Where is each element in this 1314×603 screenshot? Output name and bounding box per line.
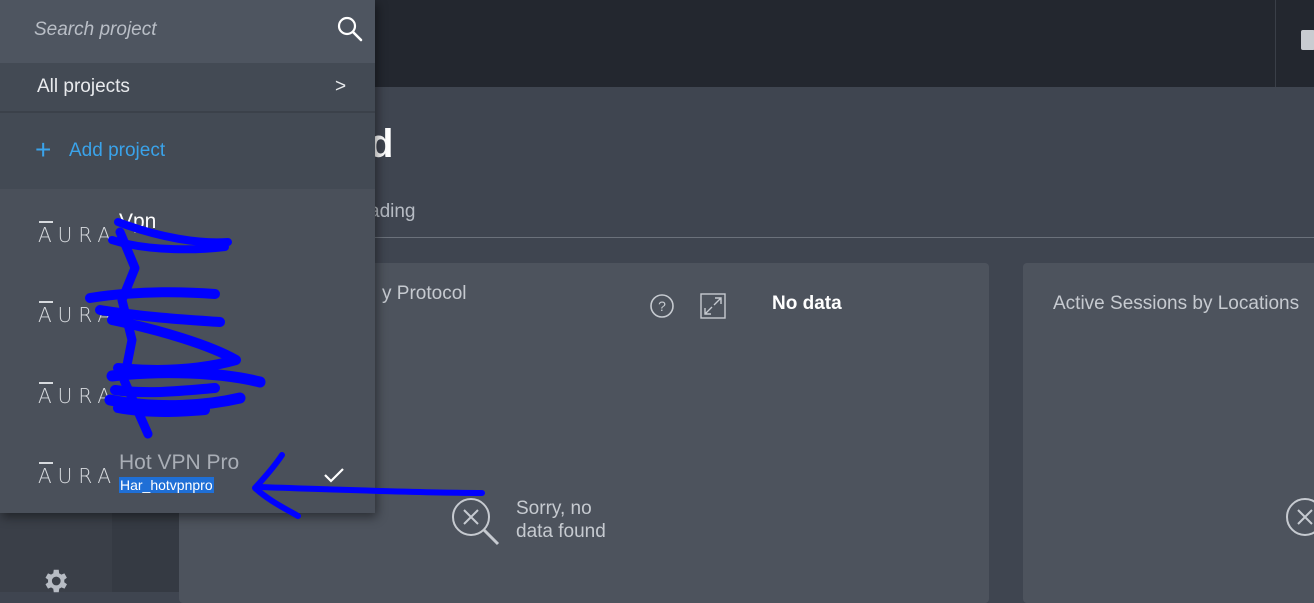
search-input[interactable] bbox=[32, 14, 326, 46]
sessions-by-locations-card: Active Sessions by Locations bbox=[1023, 263, 1314, 603]
aura-logo: AURA bbox=[38, 384, 118, 408]
search-icon[interactable] bbox=[336, 15, 364, 43]
topbar-divider bbox=[1275, 0, 1276, 87]
aura-logo: AURA bbox=[38, 223, 118, 247]
topbar-button[interactable] bbox=[1301, 30, 1314, 50]
add-project-button[interactable]: + Add project bbox=[0, 113, 375, 189]
no-results-search-icon bbox=[1286, 498, 1314, 536]
tab-label[interactable]: ading bbox=[369, 201, 416, 223]
check-icon bbox=[324, 468, 344, 483]
project-name: Hot VPN Pro bbox=[119, 451, 240, 474]
aura-logo: AURA bbox=[38, 464, 118, 488]
empty-line-1: Sorry, no bbox=[516, 498, 592, 519]
no-results-search-icon bbox=[452, 498, 500, 546]
all-projects-label: All projects bbox=[37, 76, 130, 97]
project-item[interactable]: AURA Vpn bbox=[0, 189, 375, 269]
project-name: Vpn bbox=[119, 210, 157, 233]
project-item[interactable]: AURA bbox=[0, 269, 375, 349]
chevron-right-icon: > bbox=[335, 76, 347, 97]
card-title: y Protocol bbox=[382, 283, 467, 304]
project-dropdown: All projects > + Add project AURA Vpn AU… bbox=[0, 0, 375, 513]
search-row bbox=[0, 0, 375, 63]
svg-text:?: ? bbox=[658, 298, 666, 314]
plus-icon: + bbox=[35, 134, 52, 165]
project-item-selected[interactable]: AURA Hot VPN Pro Har_hotvpnpro bbox=[0, 430, 375, 510]
add-project-label: Add project bbox=[69, 140, 166, 161]
no-data-label: No data bbox=[772, 293, 842, 314]
project-id: Har_hotvpnpro bbox=[119, 477, 214, 493]
all-projects-item[interactable]: All projects > bbox=[0, 63, 375, 111]
card-title: Active Sessions by Locations bbox=[1053, 293, 1300, 314]
empty-state-text: Sorry, no data found bbox=[516, 497, 656, 543]
expand-icon[interactable] bbox=[700, 293, 726, 319]
aura-logo: AURA bbox=[38, 303, 118, 327]
empty-line-2: data found bbox=[516, 521, 606, 542]
project-item[interactable]: AURA bbox=[0, 350, 375, 430]
help-icon[interactable]: ? bbox=[649, 293, 675, 319]
